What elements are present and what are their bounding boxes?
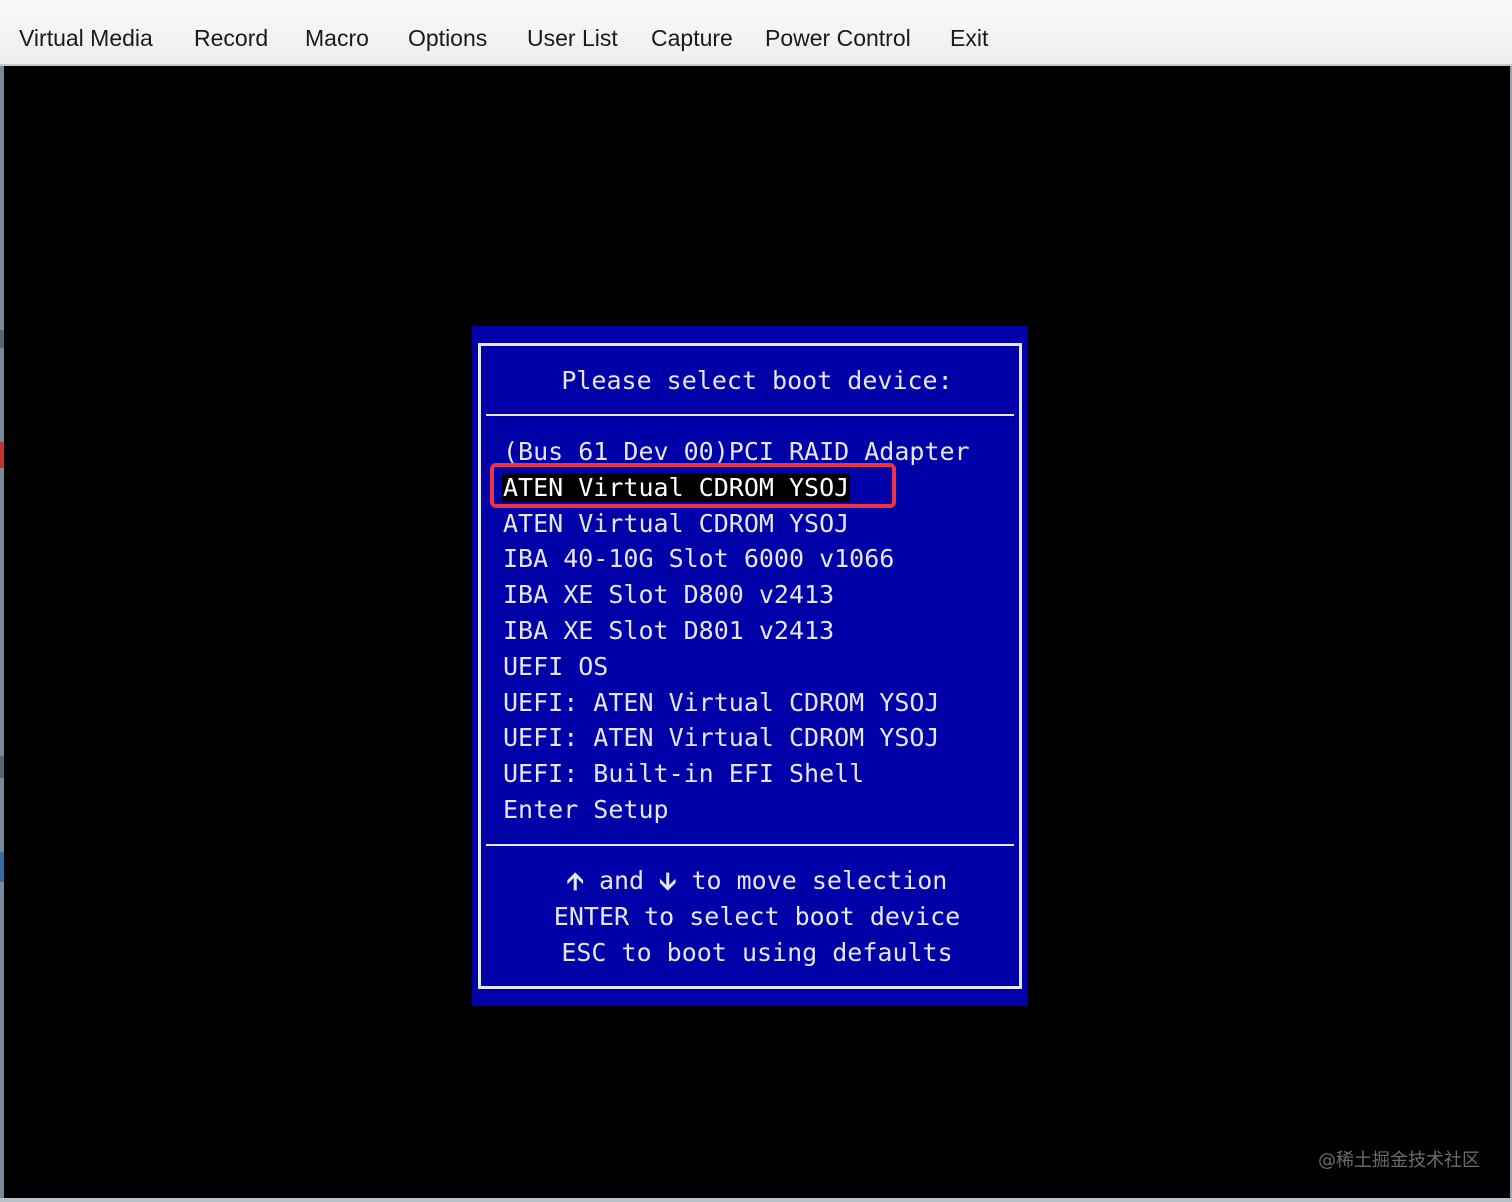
boot-device-label: UEFI: ATEN Virtual CDROM YSOJ xyxy=(503,687,940,717)
menu-user-list[interactable]: User List xyxy=(527,24,618,52)
boot-device-item[interactable]: UEFI: ATEN Virtual CDROM YSOJ xyxy=(502,720,971,756)
watermark: @稀土掘金技术社区 xyxy=(1318,1150,1480,1171)
menu-exit[interactable]: Exit xyxy=(950,24,988,52)
help-text: 🡩 and 🡫 to move selection ENTER to selec… xyxy=(472,863,1028,971)
window-bottom-border xyxy=(0,1198,1512,1202)
help-line-esc: ESC to boot using defaults xyxy=(561,938,953,967)
down-arrow-icon: 🡫 xyxy=(659,867,677,895)
title-divider xyxy=(486,414,1014,416)
boot-device-label: ATEN Virtual CDROM YSOJ xyxy=(503,508,850,538)
boot-device-item[interactable]: ATEN Virtual CDROM YSOJ xyxy=(502,506,971,542)
help-line-navigate: 🡩 and 🡫 to move selection xyxy=(486,863,1028,899)
boot-device-item[interactable]: UEFI: ATEN Virtual CDROM YSOJ xyxy=(502,685,971,721)
help-line-enter: ENTER to select boot device xyxy=(553,902,961,931)
menu-macro[interactable]: Macro xyxy=(305,24,369,52)
menu-bar: Virtual Media Record Macro Options User … xyxy=(0,0,1512,66)
up-arrow-icon: 🡩 xyxy=(566,867,584,895)
boot-device-label: IBA XE Slot D801 v2413 xyxy=(503,615,835,645)
boot-device-item[interactable]: IBA XE Slot D801 v2413 xyxy=(502,613,971,649)
menu-power-control[interactable]: Power Control xyxy=(765,24,911,52)
menu-virtual-media[interactable]: Virtual Media xyxy=(19,24,153,52)
help-move: to move selection xyxy=(676,866,948,895)
boot-device-item[interactable]: Enter Setup xyxy=(502,792,971,828)
boot-device-item[interactable]: IBA 40-10G Slot 6000 v1066 xyxy=(502,541,971,577)
boot-device-item[interactable]: UEFI: Built-in EFI Shell xyxy=(502,756,971,792)
boot-device-label: UEFI: Built-in EFI Shell xyxy=(503,759,865,789)
boot-device-label: (Bus 61 Dev 00)PCI RAID Adapter xyxy=(503,437,970,466)
boot-device-item[interactable]: (Bus 61 Dev 00)PCI RAID Adapter xyxy=(502,434,971,470)
boot-device-item[interactable]: IBA XE Slot D800 v2413 xyxy=(502,577,971,613)
boot-device-label: ATEN Virtual CDROM YSOJ xyxy=(502,472,851,502)
boot-device-item-selected[interactable]: ATEN Virtual CDROM YSOJ xyxy=(502,470,971,506)
boot-device-label: UEFI: ATEN Virtual CDROM YSOJ xyxy=(503,723,940,753)
help-divider xyxy=(486,844,1014,846)
menu-options[interactable]: Options xyxy=(408,24,487,52)
boot-device-label: UEFI OS xyxy=(503,651,609,681)
kvm-console-window: Virtual Media Record Macro Options User … xyxy=(0,0,1512,1202)
help-and: and xyxy=(583,866,660,895)
boot-device-item[interactable]: UEFI OS xyxy=(502,649,971,685)
boot-device-list: (Bus 61 Dev 00)PCI RAID Adapter ATEN Vir… xyxy=(502,434,971,828)
boot-device-label: IBA 40-10G Slot 6000 v1066 xyxy=(503,544,895,574)
boot-device-label: Enter Setup xyxy=(503,794,669,824)
menu-record[interactable]: Record xyxy=(194,24,268,52)
dialog-title: Please select boot device: xyxy=(561,366,953,395)
boot-device-dialog: Please select boot device: (Bus 61 Dev 0… xyxy=(472,326,1028,1006)
boot-device-label: IBA XE Slot D800 v2413 xyxy=(503,580,835,610)
menu-capture[interactable]: Capture xyxy=(651,24,733,52)
